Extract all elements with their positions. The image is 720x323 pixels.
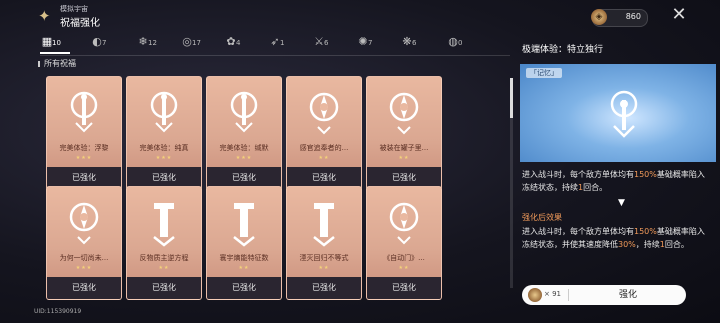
cosmic-fragment-icon xyxy=(528,288,542,302)
tab-abundance[interactable]: ✿ 4 xyxy=(224,34,264,52)
enhanced-status: 已强化 xyxy=(207,277,281,299)
blessing-card[interactable]: 完美体验：纯真 ★★★ 已强化 xyxy=(126,76,202,190)
enhanced-status: 已强化 xyxy=(127,277,201,299)
breadcrumb: 模拟宇宙 xyxy=(60,5,88,13)
blessing-name: 《自动门》... xyxy=(383,254,425,262)
current-effect-text: 进入战斗时，每个敌方单体均有150%基础概率陷入冻结状态，持续1回合。 xyxy=(522,170,705,192)
blessing-stars: ★★★ xyxy=(75,265,93,271)
blessing-card[interactable]: 寰宇熵能特征数 ★★ 已强化 xyxy=(206,186,282,300)
blessing-name: 被装在罐子里... xyxy=(379,144,429,152)
top-bar: ✦ 模拟宇宙 祝福强化 ◈ 860 ✕ xyxy=(0,0,720,34)
tab-hunt[interactable]: ➶ 1 xyxy=(268,34,308,52)
tab-nihility[interactable]: ◎ 17 xyxy=(180,34,220,52)
blessing-name: 完美体验：缄默 xyxy=(219,144,269,152)
blessing-card[interactable]: 反物质主逆方程 ★★ 已强化 xyxy=(126,186,202,300)
blessing-emblem-icon xyxy=(150,91,178,133)
detail-title: 极端体验：特立独行 xyxy=(522,45,604,55)
enhanced-status: 已强化 xyxy=(47,277,121,299)
blessing-card[interactable]: 为何一切尚未... ★★★ 已强化 xyxy=(46,186,122,300)
blessing-emblem-icon xyxy=(309,92,339,135)
blessing-card[interactable]: 完美体验：缄默 ★★★ 已强化 xyxy=(206,76,282,190)
enhanced-effect-text: 进入战斗时，每个敌方单体均有150%基础概率陷入冻结状态，并使其速度降低30%，… xyxy=(522,227,705,249)
blessing-stars: ★★ xyxy=(398,155,410,161)
currency-value: 860 xyxy=(625,12,641,21)
blessing-name: 湮灭回归不等式 xyxy=(299,254,349,262)
remembrance-emblem-icon xyxy=(610,90,638,138)
simulated-universe-logo-icon: ✦ xyxy=(38,7,51,25)
blessing-card[interactable]: 湮灭回归不等式 ★★ 已强化 xyxy=(286,186,362,300)
tab-propagation[interactable]: ❋ 6 xyxy=(400,34,440,52)
path-filter-tabs: ▦ 10 ◐ 7 ❄ 12 ◎ 17 ✿ 4 ➶ 1 ⚔ 6 ✺ 7 ❋ 6 ◍… xyxy=(40,34,510,52)
blessing-name: 完美体验：纯真 xyxy=(139,144,189,152)
section-title: 所有祝福 xyxy=(38,59,76,68)
blessing-emblem-icon xyxy=(233,203,255,247)
blessing-stars: ★★★ xyxy=(75,155,93,161)
tab-remembrance[interactable]: ❄ 12 xyxy=(136,34,176,52)
blessing-stars: ★★ xyxy=(238,265,250,271)
blessing-emblem-icon xyxy=(313,203,335,247)
blessing-name: 感官追奉者的... xyxy=(299,144,349,152)
blessing-name: 寰宇熵能特征数 xyxy=(219,254,269,262)
user-id: UID:115390919 xyxy=(34,308,82,315)
tab-elation[interactable]: ✺ 7 xyxy=(356,34,396,52)
blessing-card[interactable]: 被装在罐子里... ★★ 已强化 xyxy=(366,76,442,190)
scrollbar[interactable] xyxy=(510,78,513,288)
tab-preservation[interactable]: ◐ 7 xyxy=(90,34,130,52)
enhanced-effect-title: 强化后效果 xyxy=(522,213,562,222)
enhanced-status: 已强化 xyxy=(367,277,441,299)
path-tag: 「记忆」 xyxy=(526,68,562,78)
tab-all[interactable]: ▦ 10 xyxy=(40,34,80,52)
detail-illustration: 「记忆」 xyxy=(520,64,716,162)
blessing-emblem-icon xyxy=(389,202,419,245)
blessing-stars: ★★ xyxy=(158,265,170,271)
blessing-stars: ★★★ xyxy=(155,155,173,161)
blessing-emblem-icon xyxy=(153,203,175,247)
page-title: 祝福强化 xyxy=(60,18,100,29)
material-count: × 91 xyxy=(544,290,561,298)
close-icon[interactable]: ✕ xyxy=(670,6,688,24)
blessing-card[interactable]: 《自动门》... ★★ 已强化 xyxy=(366,186,442,300)
currency-display: ◈ 860 xyxy=(591,9,648,27)
tab-erudition[interactable]: ◍ 0 xyxy=(446,34,486,52)
scrollbar-thumb[interactable] xyxy=(510,78,513,118)
enhanced-status: 已强化 xyxy=(287,277,361,299)
blessing-stars: ★★ xyxy=(318,265,330,271)
blessing-emblem-icon xyxy=(230,91,258,133)
cosmic-fragment-icon: ◈ xyxy=(591,9,607,25)
blessing-emblem-icon xyxy=(69,202,99,245)
arrow-down-icon: ▼ xyxy=(618,198,625,208)
blessing-emblem-icon xyxy=(389,92,419,135)
blessing-name: 反物质主逆方程 xyxy=(139,254,189,262)
tabs-divider xyxy=(40,55,510,56)
enhance-button[interactable]: 强化 xyxy=(570,285,686,305)
blessing-emblem-icon xyxy=(70,91,98,133)
blessing-stars: ★★ xyxy=(318,155,330,161)
blessing-detail-panel: 极端体验：特立独行 「记忆」 进入战斗时，每个敌方单体均有150%基础概率陷入冻… xyxy=(516,36,720,286)
blessing-name: 完美体验：浮黎 xyxy=(59,144,109,152)
blessing-stars: ★★ xyxy=(398,265,410,271)
blessing-stars: ★★★ xyxy=(235,155,253,161)
blessing-name: 为何一切尚未... xyxy=(59,254,109,262)
tab-destruction[interactable]: ⚔ 6 xyxy=(312,34,352,52)
blessing-card[interactable]: 感官追奉者的... ★★ 已强化 xyxy=(286,76,362,190)
blessing-card[interactable]: 完美体验：浮黎 ★★★ 已强化 xyxy=(46,76,122,190)
enhance-bar: × 91 强化 xyxy=(522,285,686,305)
active-tab-indicator xyxy=(40,52,70,54)
